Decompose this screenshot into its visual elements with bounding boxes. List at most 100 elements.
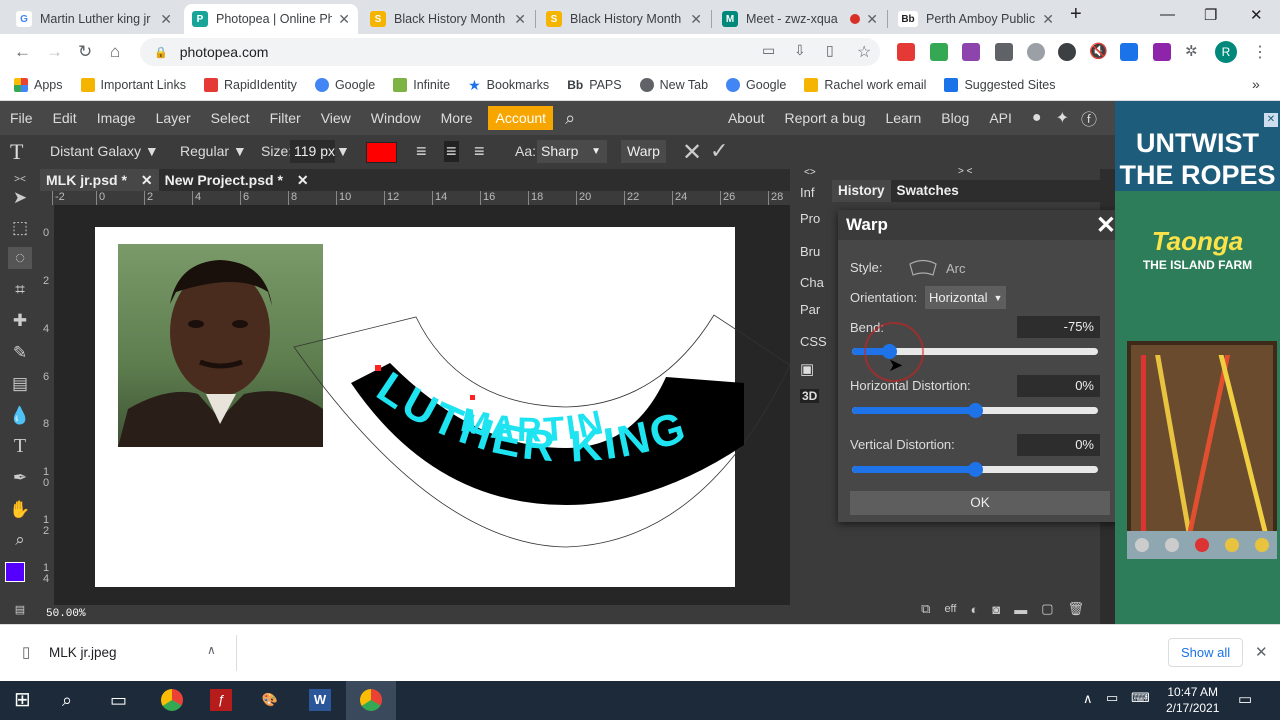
notifications-icon[interactable]: ▭ (1238, 690, 1252, 708)
menu-blog[interactable]: Blog (931, 110, 979, 126)
extension-icon[interactable] (930, 43, 948, 61)
vertical-distortion-field[interactable]: 0% (1017, 434, 1100, 456)
close-download-bar-icon[interactable]: ✕ (1255, 643, 1268, 661)
hand-tool-icon[interactable]: ✋ (8, 499, 32, 521)
menu-learn[interactable]: Learn (875, 110, 931, 126)
browser-tab-active[interactable]: P Photopea | Online Ph ✕ (184, 4, 358, 34)
bookmark[interactable]: Google (726, 78, 786, 92)
search-icon[interactable]: ⌕ (62, 689, 84, 711)
bookmark[interactable]: ★ Bookmarks (468, 77, 549, 94)
antialias-select[interactable]: Sharp ▼ (537, 140, 607, 163)
vertical-distortion-slider[interactable] (852, 462, 1098, 477)
crop-tool-icon[interactable]: ⌗ (8, 279, 32, 301)
back-icon[interactable]: ← (14, 42, 31, 62)
clipboard-icon[interactable]: ▭ (762, 42, 775, 59)
vertical-distortion-handle[interactable] (968, 462, 983, 477)
type-tool-icon[interactable]: T (8, 435, 32, 457)
menu-select[interactable]: Select (201, 110, 260, 126)
document-tab-new-project[interactable]: New Project.psd * ✕ (159, 169, 315, 191)
chrome-icon[interactable] (360, 689, 382, 711)
browser-tab[interactable]: Bb Perth Amboy Public ✕ (890, 4, 1062, 34)
menu-about[interactable]: About (718, 110, 775, 126)
show-all-button[interactable]: Show all (1168, 638, 1244, 667)
move-tool-icon[interactable]: ➤ (8, 187, 32, 209)
extension-icon[interactable] (1120, 43, 1138, 61)
mute-icon[interactable]: 🔇 (1089, 42, 1108, 60)
menu-layer[interactable]: Layer (146, 110, 201, 126)
menu-filter[interactable]: Filter (260, 110, 311, 126)
twitter-icon[interactable]: ✦ (1052, 108, 1073, 128)
profile-avatar[interactable]: R (1215, 41, 1237, 63)
clock[interactable]: 10:47 AM 2/17/2021 (1166, 684, 1219, 716)
bookmark[interactable]: RapidIdentity (203, 78, 297, 92)
lasso-tool-icon[interactable]: ◌ (8, 247, 32, 269)
close-dialog-icon[interactable]: ✕ (1096, 211, 1116, 240)
extension-icon[interactable] (962, 43, 980, 61)
extensions-puzzle-icon[interactable]: ✲ (1185, 42, 1198, 60)
horizontal-distortion-slider[interactable] (852, 403, 1098, 418)
paint-icon[interactable]: 🎨 (259, 689, 281, 711)
canvas-workspace[interactable]: MARTIN LUTHER KING (54, 205, 790, 605)
close-tab-icon[interactable]: ✕ (866, 11, 878, 28)
warp-button[interactable]: Warp (621, 140, 666, 163)
extension-icon[interactable] (995, 43, 1013, 61)
windows-start-icon[interactable]: ⊞ (14, 689, 36, 711)
new-tab-icon[interactable]: + (1070, 3, 1082, 26)
blur-tool-icon[interactable]: 💧 (8, 405, 32, 427)
marquee-tool-icon[interactable]: ⬚ (8, 217, 32, 239)
font-style-select[interactable]: Regular ▼ (180, 143, 247, 159)
new-layer-icon[interactable]: ▢ (1041, 601, 1053, 617)
zoom-tool-icon[interactable]: ⌕ (8, 529, 32, 551)
bookmark[interactable]: Infinite (393, 78, 450, 92)
browser-tab[interactable]: S Black History Month ✕ (362, 4, 534, 34)
menu-window[interactable]: Window (361, 110, 431, 126)
panel-collapse-icon[interactable]: > < (958, 166, 972, 177)
close-document-icon[interactable]: ✕ (141, 172, 153, 189)
page-icon[interactable]: ▯ (826, 42, 834, 59)
menu-image[interactable]: Image (87, 110, 146, 126)
menu-more[interactable]: More (431, 110, 483, 126)
panel-css-button[interactable]: CSS (800, 334, 827, 349)
panel-info-button[interactable]: Inf (800, 185, 814, 200)
reload-icon[interactable]: ↻ (78, 42, 92, 62)
browser-tab[interactable]: M Meet - zwz-xqua ✕ (714, 4, 886, 34)
font-family-select[interactable]: Distant Galaxy ▼ (50, 143, 159, 159)
minimize-icon[interactable]: — (1160, 6, 1175, 23)
effects-icon[interactable]: eff (944, 603, 956, 615)
close-tab-icon[interactable]: ✕ (1042, 11, 1054, 28)
panel-paragraph-button[interactable]: Par (800, 302, 820, 317)
bookmark[interactable]: Google (314, 78, 375, 92)
pen-tool-icon[interactable]: ✒ (8, 467, 32, 489)
bookmark[interactable]: Important Links (80, 78, 186, 92)
close-tab-icon[interactable]: ✕ (338, 11, 350, 28)
more-icon[interactable]: ⋮ (1252, 42, 1268, 62)
bookmark-star-icon[interactable]: ☆ (857, 42, 871, 62)
panel-brush-button[interactable]: Bru (800, 244, 820, 259)
ad-close-icon[interactable]: ✕ (1264, 113, 1278, 127)
foreground-color-swatch[interactable] (5, 562, 25, 582)
search-icon[interactable]: ⌕ (565, 108, 575, 129)
menu-view[interactable]: View (311, 110, 361, 126)
word-icon[interactable]: W (309, 689, 331, 711)
align-left-icon[interactable]: ≡ (416, 141, 427, 162)
install-icon[interactable]: ⇩ (794, 42, 806, 59)
extension-icon[interactable] (1058, 43, 1076, 61)
bend-value-field[interactable]: -75% (1017, 316, 1100, 338)
forward-icon[interactable]: → (46, 42, 63, 62)
brush-tool-icon[interactable]: ✎ (8, 342, 32, 364)
facebook-icon[interactable]: ⓕ (1073, 106, 1115, 130)
task-view-icon[interactable]: ▭ (110, 689, 132, 711)
trash-icon[interactable]: 🗑 (1067, 601, 1084, 617)
link-icon[interactable]: ⧉ (921, 601, 930, 617)
bookmark[interactable]: Apps (14, 78, 63, 92)
extension-icon[interactable] (897, 43, 915, 61)
chrome-icon[interactable] (161, 689, 183, 711)
tab-history[interactable]: History (832, 180, 891, 202)
extension-icon[interactable] (1027, 43, 1045, 61)
cancel-icon[interactable]: ✕ (682, 138, 702, 167)
size-dropdown-icon[interactable]: ▼ (336, 143, 350, 159)
more-bookmarks-icon[interactable]: » (1252, 76, 1260, 92)
home-icon[interactable]: ⌂ (110, 42, 120, 62)
style-select[interactable]: Arc (908, 259, 966, 277)
download-options-icon[interactable]: ∧ (207, 643, 216, 657)
